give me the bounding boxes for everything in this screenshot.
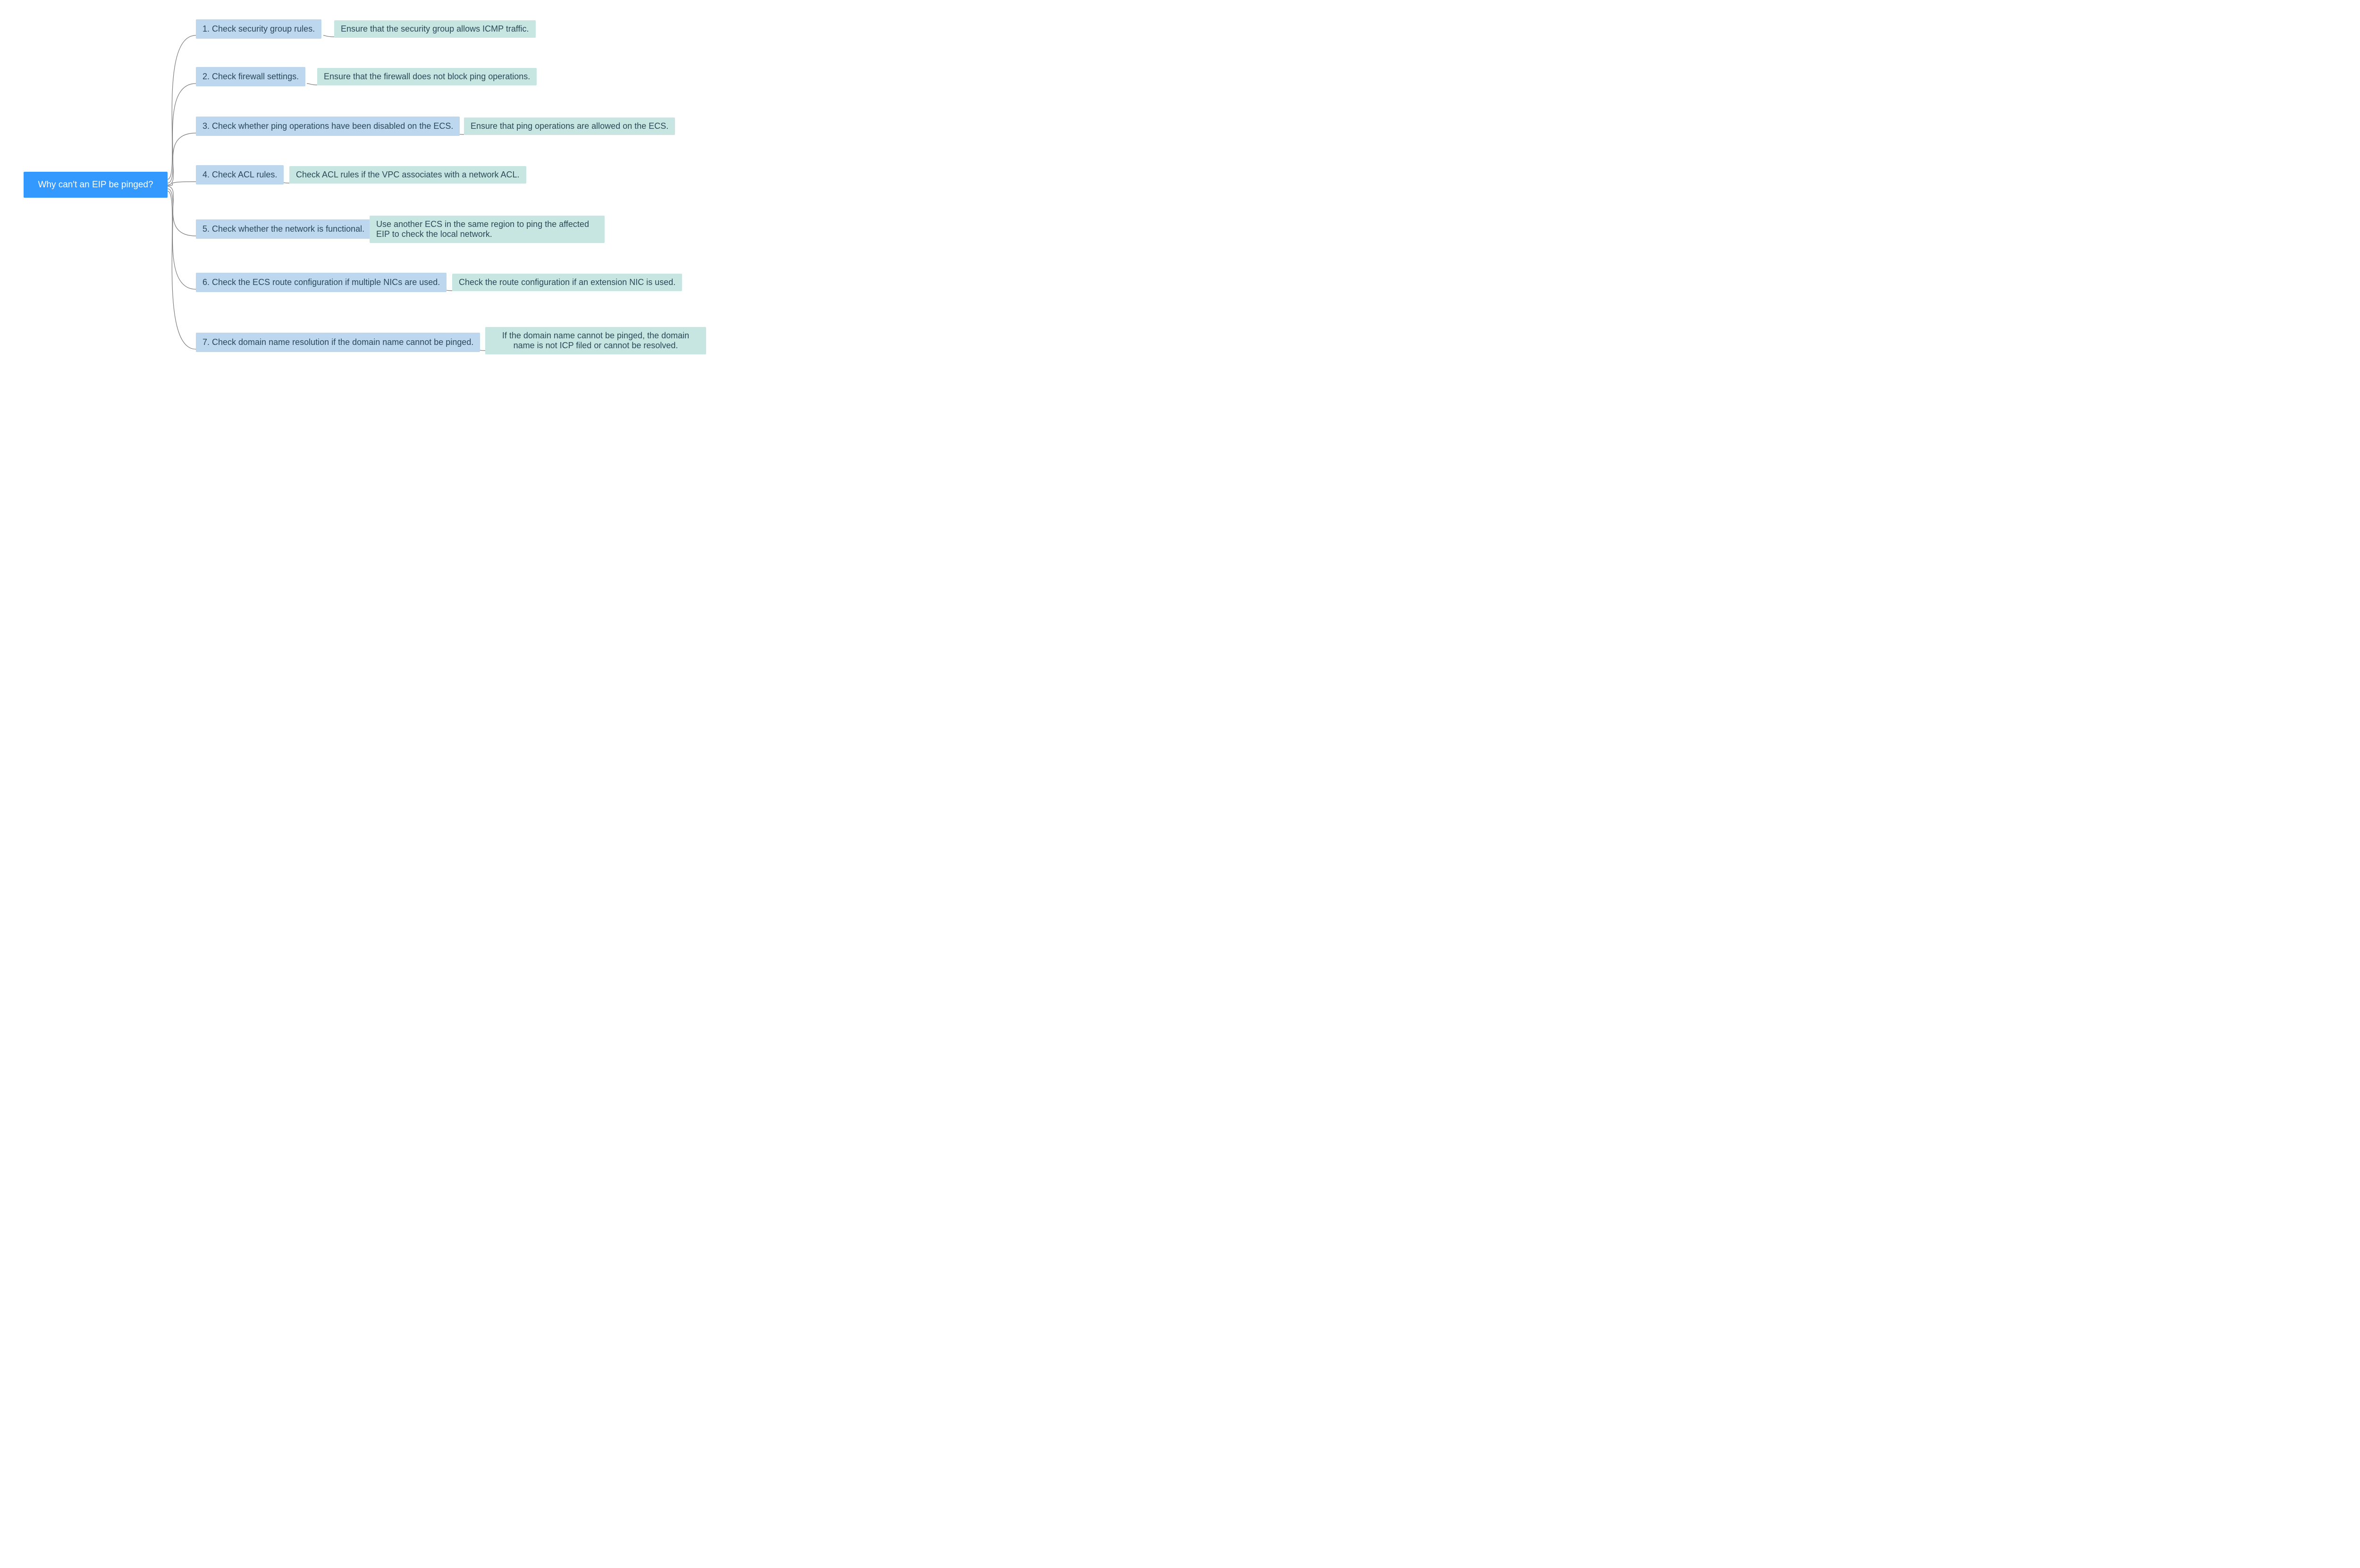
step-4-detail-text: Check ACL rules if the VPC associates wi…	[296, 170, 520, 179]
step-3-detail-text: Ensure that ping operations are allowed …	[471, 121, 668, 131]
step-1-label: 1. Check security group rules.	[202, 24, 315, 34]
step-2-label: 2. Check firewall settings.	[202, 72, 299, 81]
mindmap-diagram: Why can't an EIP be pinged? 1. Check sec…	[14, 14, 722, 392]
step-3-label: 3. Check whether ping operations have be…	[202, 121, 453, 131]
step-3: 3. Check whether ping operations have be…	[196, 117, 460, 136]
step-6-detail-text: Check the route configuration if an exte…	[459, 277, 675, 287]
step-1-detail-text: Ensure that the security group allows IC…	[341, 24, 529, 34]
step-6-label: 6. Check the ECS route configuration if …	[202, 277, 440, 287]
step-7-detail: If the domain name cannot be pinged, the…	[485, 327, 706, 354]
step-1-detail: Ensure that the security group allows IC…	[334, 20, 536, 38]
step-4: 4. Check ACL rules.	[196, 165, 284, 184]
step-5: 5. Check whether the network is function…	[196, 219, 371, 239]
step-5-label: 5. Check whether the network is function…	[202, 224, 364, 234]
step-7-detail-text: If the domain name cannot be pinged, the…	[502, 331, 689, 350]
step-2-detail-text: Ensure that the firewall does not block …	[324, 72, 530, 81]
step-3-detail: Ensure that ping operations are allowed …	[464, 117, 675, 135]
step-6: 6. Check the ECS route configuration if …	[196, 273, 447, 292]
step-5-detail: Use another ECS in the same region to pi…	[370, 216, 605, 243]
step-6-detail: Check the route configuration if an exte…	[452, 274, 682, 291]
step-7-label: 7. Check domain name resolution if the d…	[202, 337, 473, 347]
step-7: 7. Check domain name resolution if the d…	[196, 333, 480, 352]
root-node: Why can't an EIP be pinged?	[24, 172, 168, 198]
root-label: Why can't an EIP be pinged?	[38, 180, 153, 190]
step-2-detail: Ensure that the firewall does not block …	[317, 68, 537, 85]
step-5-detail-text: Use another ECS in the same region to pi…	[376, 219, 589, 239]
step-2: 2. Check firewall settings.	[196, 67, 305, 86]
step-4-detail: Check ACL rules if the VPC associates wi…	[289, 166, 526, 184]
step-4-label: 4. Check ACL rules.	[202, 170, 277, 179]
step-1: 1. Check security group rules.	[196, 19, 321, 39]
